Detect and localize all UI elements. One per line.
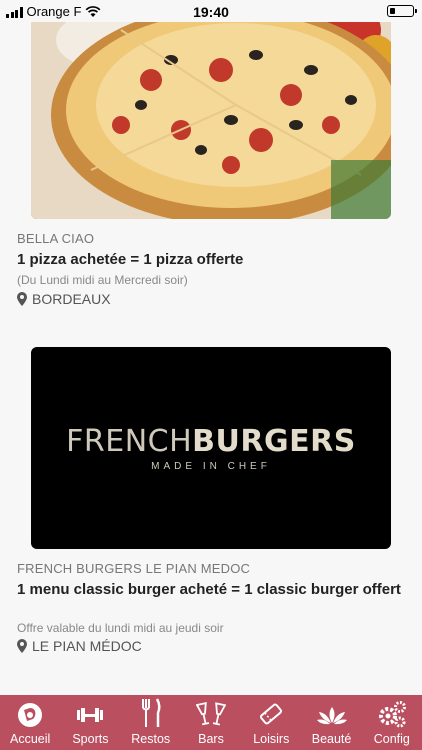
tab-sports[interactable]: Sports xyxy=(60,695,120,750)
offer-title[interactable]: 1 pizza achetée = 1 pizza offerte xyxy=(17,251,407,268)
tab-restos[interactable]: Restos xyxy=(121,695,181,750)
status-bar: Orange F 19:40 xyxy=(0,0,422,22)
city-name: BORDEAUX xyxy=(32,291,111,307)
offer-image-french-burgers[interactable]: FRENCHBURGERS MADE IN CHEF xyxy=(31,347,391,549)
restaurant-name: BELLA CIAO xyxy=(17,231,95,246)
tab-bars[interactable]: Bars xyxy=(181,695,241,750)
restaurant-name: FRENCH BURGERS LE PIAN MEDOC xyxy=(17,561,251,576)
location-pin-icon xyxy=(17,639,27,653)
tab-label: Config xyxy=(373,732,410,746)
battery-icon xyxy=(387,5,417,17)
gears-icon xyxy=(378,701,406,728)
tab-config[interactable]: Config xyxy=(362,695,422,750)
tab-label: Bars xyxy=(198,732,224,746)
status-time: 19:40 xyxy=(193,4,229,20)
dumbbell-icon xyxy=(77,708,104,722)
tab-loisirs[interactable]: Loisirs xyxy=(241,695,301,750)
city-label: BORDEAUX xyxy=(17,291,111,307)
ticket-icon xyxy=(260,703,283,725)
location-pin-icon xyxy=(17,292,27,306)
offer-detail: (Du Lundi midi au Mercredi soir) xyxy=(17,273,188,287)
city-name: LE PIAN MÉDOC xyxy=(32,638,142,654)
tab-label: Accueil xyxy=(9,732,51,746)
offer-detail: Offre valable du lundi midi au jeudi soi… xyxy=(17,621,224,635)
logo-tagline: MADE IN CHEF xyxy=(151,461,271,472)
tab-label: Loisirs xyxy=(253,732,290,746)
french-burgers-logo: FRENCHBURGERS xyxy=(66,424,356,459)
bottom-tab-bar: Accueil Sports Restos Bars Loisirs Beaut… xyxy=(0,695,422,750)
tab-label: Beauté xyxy=(311,732,352,746)
lotus-icon xyxy=(316,707,347,725)
city-label: LE PIAN MÉDOC xyxy=(17,638,142,654)
home-logo-icon xyxy=(18,703,43,727)
tab-beaute[interactable]: Beauté xyxy=(301,695,361,750)
tab-label: Sports xyxy=(72,732,109,746)
pizza-illustration xyxy=(31,0,391,219)
offer-image-pizza[interactable] xyxy=(31,0,391,219)
tab-label: Restos xyxy=(131,732,171,746)
fork-knife-icon xyxy=(141,698,161,727)
offer-title[interactable]: 1 menu classic burger acheté = 1 classic… xyxy=(17,581,407,598)
cocktail-glasses-icon xyxy=(195,702,226,726)
tab-accueil[interactable]: Accueil xyxy=(0,695,60,750)
